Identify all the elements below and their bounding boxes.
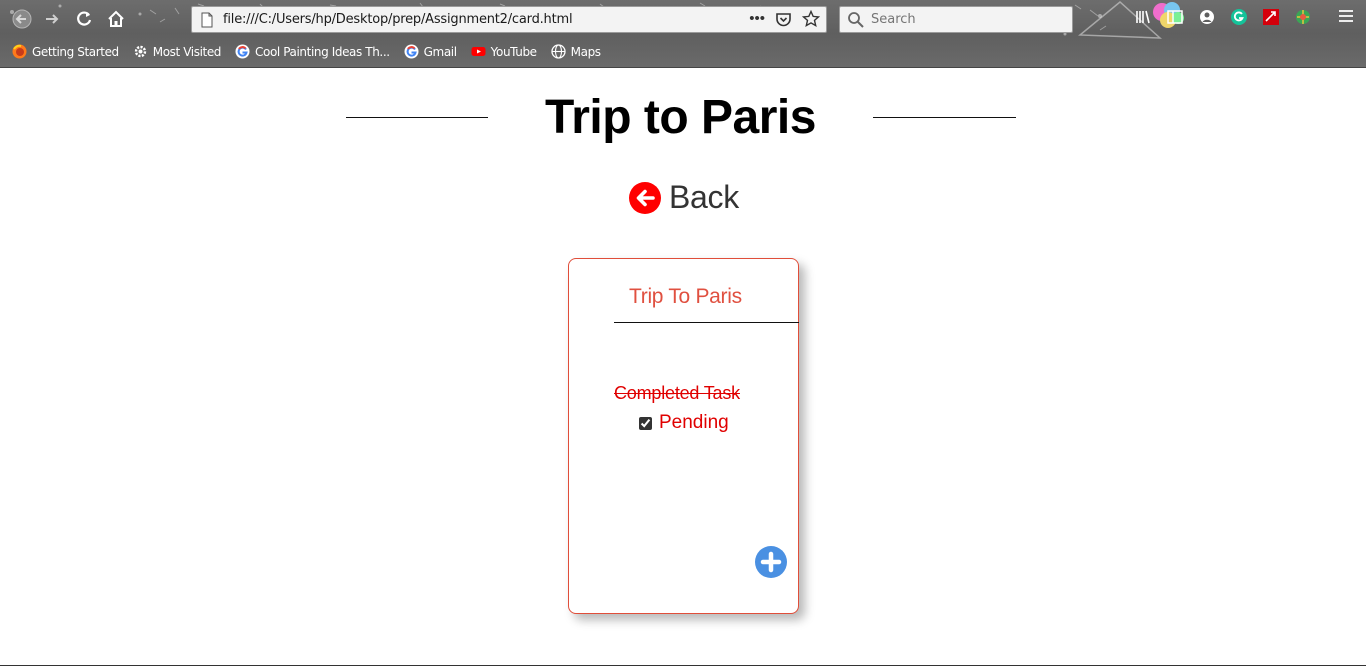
back-nav-button[interactable] bbox=[8, 6, 36, 32]
task-card: Trip To Paris Completed Task Pending bbox=[568, 258, 799, 614]
page-heading: Trip to Paris bbox=[346, 92, 1016, 144]
star-icon[interactable] bbox=[802, 10, 820, 28]
toolbar-icons bbox=[1134, 8, 1312, 26]
google-icon bbox=[404, 44, 419, 59]
bookmark-maps[interactable]: Maps bbox=[551, 44, 601, 59]
heading-line-left bbox=[346, 117, 488, 118]
bookmark-cool-painting-ideas[interactable]: Cool Painting Ideas Th... bbox=[235, 44, 390, 59]
heading-line-right bbox=[873, 117, 1016, 118]
pending-task-checkbox[interactable] bbox=[639, 416, 652, 430]
pending-task-label: Pending bbox=[659, 412, 729, 433]
extension-globe-icon[interactable] bbox=[1294, 8, 1312, 26]
firefox-icon bbox=[12, 44, 27, 59]
search-bar[interactable] bbox=[839, 6, 1073, 33]
pending-task-row: Pending bbox=[639, 412, 729, 434]
add-task-button[interactable] bbox=[755, 546, 787, 578]
url-text[interactable]: file:///C:/Users/hp/Desktop/prep/Assignm… bbox=[223, 12, 573, 27]
youtube-icon bbox=[471, 44, 486, 59]
hamburger-icon bbox=[1339, 10, 1353, 22]
browser-toolbar: file:///C:/Users/hp/Desktop/prep/Assignm… bbox=[0, 0, 1366, 68]
home-button[interactable] bbox=[102, 6, 130, 32]
globe-icon bbox=[551, 44, 566, 59]
menu-button[interactable] bbox=[1336, 8, 1356, 28]
bookmarks-bar: Getting Started Most Visited Cool Painti… bbox=[12, 44, 601, 59]
grammarly-icon[interactable] bbox=[1230, 8, 1248, 26]
library-icon[interactable] bbox=[1134, 8, 1152, 26]
bookmark-most-visited[interactable]: Most Visited bbox=[133, 44, 221, 59]
bookmark-getting-started[interactable]: Getting Started bbox=[12, 44, 119, 59]
page-content: Trip to Paris Back Trip To Paris Complet… bbox=[0, 68, 1366, 666]
gear-icon bbox=[133, 44, 148, 59]
page-title: Trip to Paris bbox=[545, 91, 816, 144]
arrow-circle-left-icon bbox=[629, 181, 661, 214]
bookmark-gmail[interactable]: Gmail bbox=[404, 44, 457, 59]
home-icon bbox=[108, 10, 124, 27]
sidebar-icon[interactable] bbox=[1166, 8, 1184, 26]
url-actions: ••• bbox=[749, 10, 820, 28]
search-icon bbox=[848, 11, 864, 28]
page-icon bbox=[201, 12, 213, 27]
pocket-icon[interactable] bbox=[775, 11, 792, 28]
back-link[interactable]: Back bbox=[629, 179, 739, 216]
reload-button[interactable] bbox=[70, 6, 98, 32]
account-icon[interactable] bbox=[1198, 8, 1216, 26]
page-actions-button[interactable]: ••• bbox=[749, 10, 765, 28]
search-input[interactable] bbox=[871, 12, 1061, 27]
reload-icon bbox=[77, 11, 92, 26]
card-divider bbox=[614, 322, 799, 323]
bookmark-youtube[interactable]: YouTube bbox=[471, 44, 537, 59]
address-bar[interactable]: file:///C:/Users/hp/Desktop/prep/Assignm… bbox=[191, 6, 827, 33]
google-icon bbox=[235, 44, 250, 59]
forward-nav-button[interactable] bbox=[38, 6, 66, 32]
completed-task[interactable]: Completed Task bbox=[614, 383, 740, 404]
back-label: Back bbox=[669, 179, 739, 215]
card-title: Trip To Paris bbox=[629, 285, 742, 308]
arrow-right-icon bbox=[46, 14, 59, 24]
pdf-icon[interactable] bbox=[1262, 8, 1280, 26]
arrow-left-icon bbox=[12, 9, 32, 29]
